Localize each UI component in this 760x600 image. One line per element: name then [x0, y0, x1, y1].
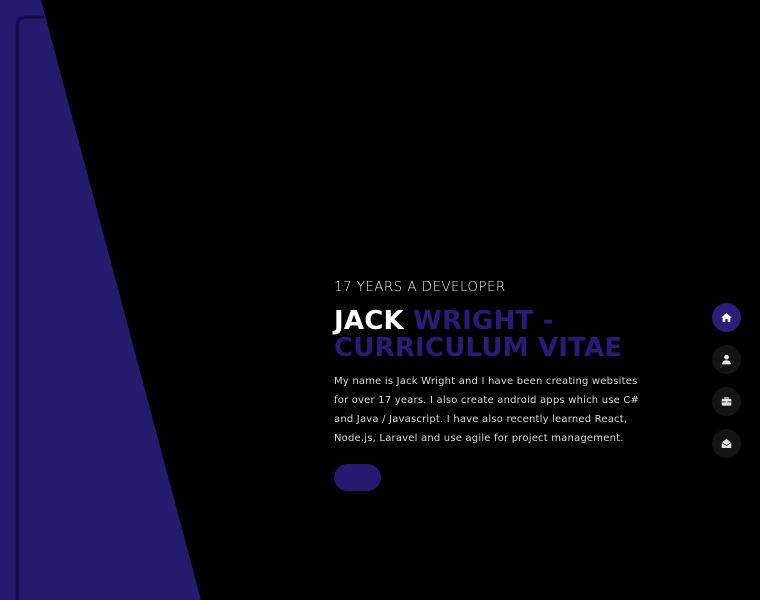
hero-subtitle: 17 YEARS A DEVELOPER: [334, 279, 506, 295]
envelope-open-icon: [721, 439, 732, 448]
panel-frame-line: [15, 15, 44, 600]
hero-section: 17 YEARS A DEVELOPER JACK WRIGHT - CURRI…: [334, 278, 654, 491]
side-navigation: [712, 303, 742, 471]
user-icon: [722, 354, 731, 365]
nav-item-home[interactable]: [712, 303, 741, 332]
purple-diagonal-shape: [0, 0, 201, 600]
nav-item-contact[interactable]: [712, 429, 741, 458]
nav-item-about[interactable]: [712, 345, 741, 374]
nav-item-portfolio[interactable]: [712, 387, 741, 416]
briefcase-icon: [721, 397, 732, 406]
hero-title-name: JACK: [334, 306, 414, 336]
hero-title: JACK WRIGHT - CURRICULUM VITAE: [334, 308, 654, 362]
page: 17 YEARS A DEVELOPER JACK WRIGHT - CURRI…: [0, 0, 760, 600]
hero-cta-button[interactable]: [334, 464, 381, 491]
home-icon: [721, 313, 732, 322]
hero-description: My name is Jack Wright and I have been c…: [334, 376, 640, 444]
